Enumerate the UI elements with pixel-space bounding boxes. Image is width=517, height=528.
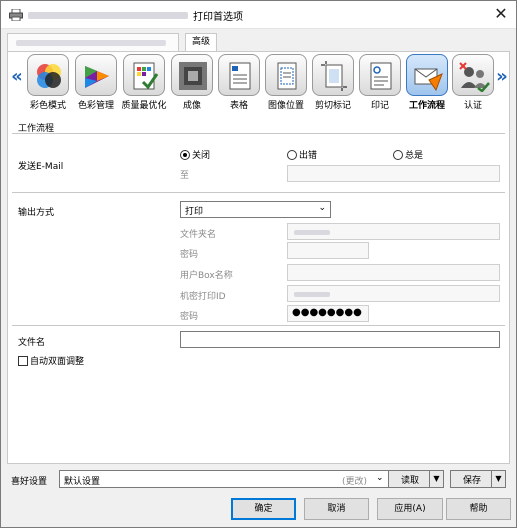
- tool-image-position[interactable]: 图像位置: [262, 54, 310, 112]
- secure-password-label: 密码: [180, 312, 199, 322]
- scroll-right-button[interactable]: »: [495, 66, 509, 87]
- color-management-icon: [75, 54, 117, 96]
- image-position-icon: [265, 54, 307, 96]
- tool-color-mode[interactable]: 彩色模式: [24, 54, 72, 112]
- radio-dot: [180, 150, 190, 160]
- favorites-value: 默认设置: [64, 477, 101, 487]
- stamp-icon: [359, 54, 401, 96]
- advanced-panel: « 彩色模式 色彩管理 质量最优化 成像 表格 图像位置 剪切标记 印记 工作流…: [7, 51, 510, 464]
- favorites-bar: 喜好设置 默认设置 (更改) ⌄ 读取 ▼ 保存 ▼: [7, 468, 510, 490]
- section-divider: [12, 192, 505, 193]
- save-button-label: 保存: [462, 476, 481, 486]
- secure-print-id-redacted: [294, 292, 330, 297]
- radio-label: 总是: [405, 151, 424, 161]
- folder-name-redacted: [294, 230, 330, 235]
- output-method-value: 打印: [185, 207, 204, 217]
- apply-button[interactable]: 应用(A): [377, 498, 443, 520]
- tool-form[interactable]: 表格: [215, 54, 263, 112]
- checkbox-box: [18, 356, 28, 366]
- tool-quality-optimize[interactable]: 质量最优化: [120, 54, 168, 112]
- folder-name-field: [287, 223, 500, 240]
- secure-password-value: ●●●●●●●●: [292, 307, 362, 318]
- cancel-button[interactable]: 取消: [304, 498, 369, 520]
- window-title: 打印首选项: [193, 12, 243, 23]
- tool-color-management[interactable]: 色彩管理: [72, 54, 120, 112]
- output-method-label: 输出方式: [18, 208, 55, 218]
- chevron-down-icon: ⌄: [376, 473, 384, 483]
- send-email-label: 发送E-Mail: [18, 162, 64, 172]
- folder-password-label: 密码: [180, 250, 199, 260]
- form-icon: [218, 54, 260, 96]
- radio-dot: [393, 150, 403, 160]
- secure-print-id-label: 机密打印ID: [180, 292, 226, 302]
- load-button-label: 读取: [400, 476, 419, 486]
- file-name-label: 文件名: [18, 338, 46, 348]
- tool-stamp[interactable]: 印记: [356, 54, 404, 112]
- load-split-button[interactable]: 读取 ▼: [388, 470, 444, 488]
- section-divider: [12, 325, 505, 326]
- tool-authentication[interactable]: 认证: [449, 54, 497, 112]
- help-button[interactable]: 帮助: [446, 498, 511, 520]
- tab-name-redacted: [16, 40, 166, 46]
- secure-password-field: ●●●●●●●●: [287, 305, 369, 322]
- load-dropdown-icon[interactable]: ▼: [429, 471, 443, 487]
- favorites-select[interactable]: 默认设置 (更改) ⌄: [59, 470, 389, 488]
- favorites-change-hint: (更改): [342, 477, 368, 487]
- email-option-error[interactable]: 出错: [287, 148, 317, 161]
- printer-name-redacted: [28, 12, 188, 19]
- ok-button[interactable]: 确定: [231, 498, 296, 520]
- workflow-icon: [406, 54, 448, 96]
- tab-strip: 高级: [7, 33, 510, 53]
- radio-dot: [287, 150, 297, 160]
- imaging-icon: [171, 54, 213, 96]
- output-method-select[interactable]: 打印 ⌄: [180, 201, 331, 218]
- user-box-label: 用户Box名称: [180, 271, 233, 281]
- printer-icon: [9, 9, 23, 21]
- user-box-field: [287, 264, 500, 281]
- crop-marks-icon: [312, 54, 354, 96]
- tool-crop-marks[interactable]: 剪切标记: [309, 54, 357, 112]
- tab-printer-name[interactable]: [7, 33, 179, 51]
- scroll-left-button[interactable]: «: [10, 66, 24, 87]
- tool-label: 认证: [463, 101, 482, 111]
- chevron-down-icon: ⌄: [318, 203, 326, 213]
- tool-imaging[interactable]: 成像: [168, 54, 216, 112]
- section-divider: [12, 133, 505, 134]
- print-preferences-window: 打印首选项 ✕ 高级 « 彩色模式 色彩管理 质量最优化 成像 表格 图像位置 …: [0, 0, 517, 528]
- checkbox-label: 自动双面调整: [30, 357, 85, 367]
- authentication-icon: [452, 54, 494, 96]
- close-button[interactable]: ✕: [488, 3, 514, 25]
- title-bar: 打印首选项 ✕: [1, 1, 516, 29]
- save-dropdown-icon[interactable]: ▼: [491, 471, 505, 487]
- quality-optimize-icon: [123, 54, 165, 96]
- favorites-label: 喜好设置: [11, 477, 48, 487]
- file-name-input[interactable]: [180, 331, 500, 348]
- secure-print-id-field: [287, 285, 500, 302]
- function-toolbar: « 彩色模式 色彩管理 质量最优化 成像 表格 图像位置 剪切标记 印记 工作流…: [8, 52, 509, 116]
- radio-label: 关闭: [192, 151, 211, 161]
- email-to-label: 至: [180, 171, 190, 181]
- tab-advanced[interactable]: 高级: [185, 33, 217, 52]
- color-mode-icon: [27, 54, 69, 96]
- radio-label: 出错: [299, 151, 318, 161]
- tool-workflow[interactable]: 工作流程: [403, 54, 451, 112]
- folder-password-field: [287, 242, 369, 259]
- auto-duplex-checkbox[interactable]: 自动双面调整: [18, 354, 84, 367]
- save-split-button[interactable]: 保存 ▼: [450, 470, 506, 488]
- email-to-field: [287, 165, 500, 182]
- email-option-always[interactable]: 总是: [393, 148, 423, 161]
- folder-name-label: 文件夹名: [180, 230, 217, 240]
- email-option-off[interactable]: 关闭: [180, 148, 210, 161]
